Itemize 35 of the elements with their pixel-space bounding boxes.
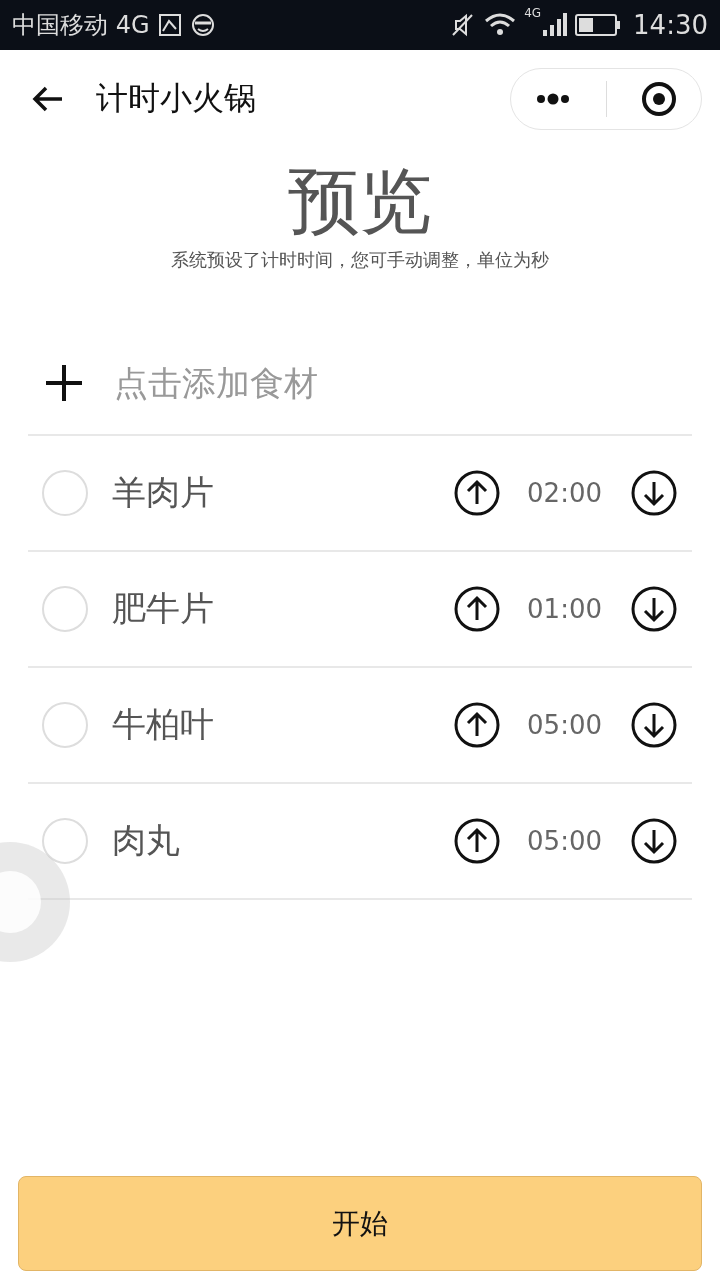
ingredient-name: 牛柏叶: [112, 703, 214, 746]
network-text: 4G: [524, 6, 542, 20]
start-button[interactable]: 开始: [18, 1176, 702, 1271]
checkbox[interactable]: [42, 818, 88, 864]
add-ingredient-field[interactable]: 点击添加食材: [112, 362, 678, 404]
checkbox[interactable]: [42, 586, 88, 632]
preview-heading: 预览: [288, 158, 432, 245]
down-arrow-button[interactable]: [630, 469, 678, 517]
checkbox[interactable]: [42, 702, 88, 748]
up-arrow-button[interactable]: [453, 585, 502, 633]
subtitle-text: 系统预设了计时时间，您可手动调整，单位为秒: [171, 248, 549, 272]
checkbox[interactable]: [42, 470, 88, 516]
up-arrow-button[interactable]: [453, 701, 502, 749]
plus-icon[interactable]: [44, 363, 84, 403]
up-arrow-button[interactable]: [453, 469, 502, 517]
wifi-icon: [484, 12, 517, 38]
image-icon: [157, 13, 182, 37]
face-icon: [189, 13, 216, 37]
down-arrow-button[interactable]: [630, 701, 678, 749]
ingredient-name: 羊肉片: [112, 471, 214, 514]
carrier-text: 中国移动 4G: [12, 10, 150, 41]
page-title: 计时小火锅: [96, 78, 256, 119]
down-arrow-button[interactable]: [630, 585, 678, 633]
up-arrow-button[interactable]: [453, 817, 502, 865]
signal-icon: [541, 12, 568, 38]
ingredient-name: 肉丸: [112, 819, 180, 862]
down-arrow-button[interactable]: [630, 817, 678, 865]
timer-value: 05:00: [527, 710, 602, 740]
timer-value: 01:00: [527, 594, 602, 624]
close-target-icon[interactable]: [639, 79, 679, 119]
clock-text: 14:30: [633, 10, 708, 40]
timer-value: 02:00: [527, 478, 602, 508]
ingredient-name: 肥牛片: [112, 587, 214, 630]
battery-icon: [575, 13, 622, 37]
timer-value: 05:00: [527, 826, 602, 856]
